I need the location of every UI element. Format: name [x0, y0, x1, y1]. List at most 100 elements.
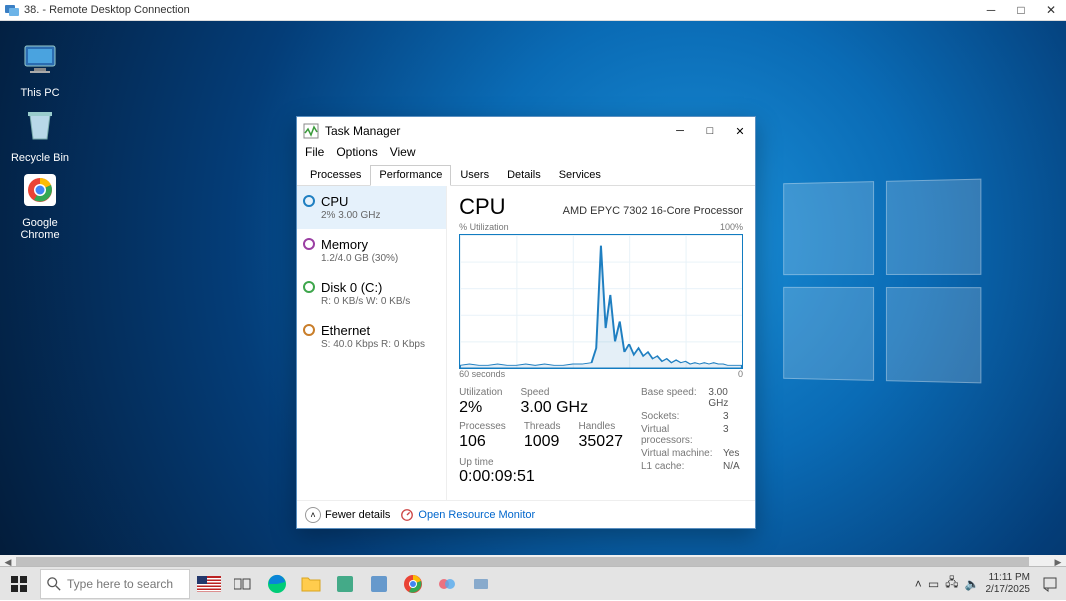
- orm-label: Open Resource Monitor: [418, 509, 535, 521]
- task-manager-icon: [303, 123, 319, 139]
- taskbar-app1[interactable]: [328, 567, 362, 601]
- chart-label-bl: 60 seconds: [459, 369, 505, 379]
- folder-icon: [301, 575, 321, 593]
- cpu-utilization-chart: [459, 234, 743, 369]
- sidebar-label: CPU: [321, 194, 436, 209]
- taskbar-app2[interactable]: [362, 567, 396, 601]
- tm-close-button[interactable]: ✕: [725, 117, 755, 145]
- tray-date: 2/17/2025: [986, 584, 1031, 596]
- chart-label-tr: 100%: [720, 222, 743, 232]
- tm-sidebar: CPU 2% 3.00 GHz Memory 1.2/4.0 GB (30%) …: [297, 186, 447, 500]
- app-icon: [369, 574, 389, 594]
- tab-details[interactable]: Details: [498, 165, 550, 185]
- rdc-close-button[interactable]: ✕: [1036, 0, 1066, 21]
- tray-volume-icon[interactable]: 🔈: [965, 577, 980, 591]
- tray-clock[interactable]: 11:11 PM 2/17/2025: [986, 572, 1031, 596]
- rdc-title: 38. - Remote Desktop Connection: [24, 4, 190, 16]
- taskbar-app4[interactable]: [464, 567, 498, 601]
- menu-file[interactable]: File: [305, 145, 324, 165]
- desktop-icon-chrome[interactable]: Google Chrome: [5, 166, 75, 245]
- sidebar-label: Memory: [321, 237, 436, 252]
- tm-maximize-button[interactable]: □: [695, 117, 725, 145]
- recycle-bin-icon: [20, 105, 60, 145]
- stat-label: Utilization: [459, 387, 502, 398]
- rdc-maximize-button[interactable]: □: [1006, 0, 1036, 21]
- start-button[interactable]: [0, 567, 38, 601]
- stat-value: 1009: [524, 433, 561, 451]
- ring-icon: [303, 195, 315, 207]
- cpu-info-list: Base speed:3.00 GHz Sockets:3 Virtual pr…: [641, 387, 743, 486]
- info-val: 3: [723, 424, 729, 446]
- rdc-titlebar: 38. - Remote Desktop Connection ─ □ ✕: [0, 0, 1066, 21]
- desktop-icon-this-pc[interactable]: This PC: [5, 36, 75, 103]
- tab-services[interactable]: Services: [550, 165, 610, 185]
- app-icon: [335, 574, 355, 594]
- sidebar-sublabel: S: 40.0 Kbps R: 0 Kbps: [321, 339, 436, 350]
- sidebar-label: Ethernet: [321, 323, 436, 338]
- menu-options[interactable]: Options: [336, 145, 377, 165]
- stat-label: Threads: [524, 421, 561, 432]
- sidebar-item-memory[interactable]: Memory 1.2/4.0 GB (30%): [297, 229, 446, 272]
- stat-label: Processes: [459, 421, 506, 432]
- info-key: Base speed:: [641, 387, 708, 409]
- stat-value: 106: [459, 433, 506, 451]
- uptime-value: 0:00:09:51: [459, 468, 623, 486]
- notifications-button[interactable]: [1036, 567, 1064, 601]
- us-flag-icon: [197, 576, 221, 592]
- app-icon: [471, 574, 491, 594]
- tab-performance[interactable]: Performance: [370, 165, 451, 186]
- desktop[interactable]: This PC Recycle Bin Google Chrome Task M…: [0, 21, 1066, 566]
- windows-icon: [11, 576, 27, 592]
- info-val: 3.00 GHz: [708, 387, 743, 409]
- cpu-model: AMD EPYC 7302 16-Core Processor: [563, 205, 743, 217]
- windows-logo-wallpaper: [783, 179, 981, 384]
- sidebar-sublabel: 1.2/4.0 GB (30%): [321, 253, 436, 264]
- tm-minimize-button[interactable]: ─: [665, 117, 695, 145]
- tm-footer: ˄ Fewer details Open Resource Monitor: [297, 500, 755, 528]
- uptime-label: Up time: [459, 457, 623, 468]
- ring-icon: [303, 238, 315, 250]
- taskbar-explorer[interactable]: [294, 567, 328, 601]
- tray-time: 11:11 PM: [986, 572, 1031, 584]
- tm-menubar: File Options View: [297, 145, 755, 165]
- info-key: Virtual processors:: [641, 424, 723, 446]
- taskbar-edge[interactable]: [260, 567, 294, 601]
- tab-processes[interactable]: Processes: [301, 165, 370, 185]
- task-manager-window: Task Manager ─ □ ✕ File Options View Pro…: [296, 116, 756, 529]
- sidebar-item-disk[interactable]: Disk 0 (C:) R: 0 KB/s W: 0 KB/s: [297, 272, 446, 315]
- desktop-icon-recycle-bin[interactable]: Recycle Bin: [5, 101, 75, 168]
- search-placeholder: Type here to search: [67, 577, 173, 591]
- chart-line: [460, 235, 742, 368]
- desktop-label: Recycle Bin: [9, 152, 71, 164]
- system-tray: ˄ ▭ 🖧 🔈 11:11 PM 2/17/2025: [915, 567, 1066, 601]
- stat-value: 35027: [579, 433, 624, 451]
- app-icon: [437, 574, 457, 594]
- task-view-button[interactable]: [226, 567, 260, 601]
- taskbar-app3[interactable]: [430, 567, 464, 601]
- tm-tabs: Processes Performance Users Details Serv…: [297, 165, 755, 186]
- sidebar-item-cpu[interactable]: CPU 2% 3.00 GHz: [297, 186, 446, 229]
- rdc-icon: [4, 2, 20, 18]
- fewer-details-button[interactable]: ˄ Fewer details: [305, 507, 390, 523]
- tray-network-icon[interactable]: 🖧: [945, 573, 958, 594]
- tab-users[interactable]: Users: [451, 165, 498, 185]
- tray-battery-icon[interactable]: ▭: [928, 577, 939, 591]
- resource-monitor-icon: [400, 508, 414, 522]
- rdc-minimize-button[interactable]: ─: [976, 0, 1006, 21]
- menu-view[interactable]: View: [390, 145, 416, 165]
- taskbar-lang-icon[interactable]: [192, 567, 226, 601]
- taskbar-chrome[interactable]: [396, 567, 430, 601]
- tm-titlebar[interactable]: Task Manager ─ □ ✕: [297, 117, 755, 145]
- fewer-label: Fewer details: [325, 509, 390, 521]
- info-key: Virtual machine:: [641, 448, 723, 459]
- ring-icon: [303, 324, 315, 336]
- ring-icon: [303, 281, 315, 293]
- taskbar: Type here to search ˄ ▭ 🖧 🔈 11:11 PM 2/1…: [0, 566, 1066, 600]
- tray-chevron-up-icon[interactable]: ˄: [915, 577, 922, 591]
- open-resource-monitor-link[interactable]: Open Resource Monitor: [400, 508, 535, 522]
- sidebar-item-ethernet[interactable]: Ethernet S: 40.0 Kbps R: 0 Kbps: [297, 315, 446, 358]
- search-box[interactable]: Type here to search: [40, 569, 190, 599]
- desktop-label: This PC: [9, 87, 71, 99]
- chrome-icon: [20, 170, 60, 210]
- search-icon: [47, 577, 61, 591]
